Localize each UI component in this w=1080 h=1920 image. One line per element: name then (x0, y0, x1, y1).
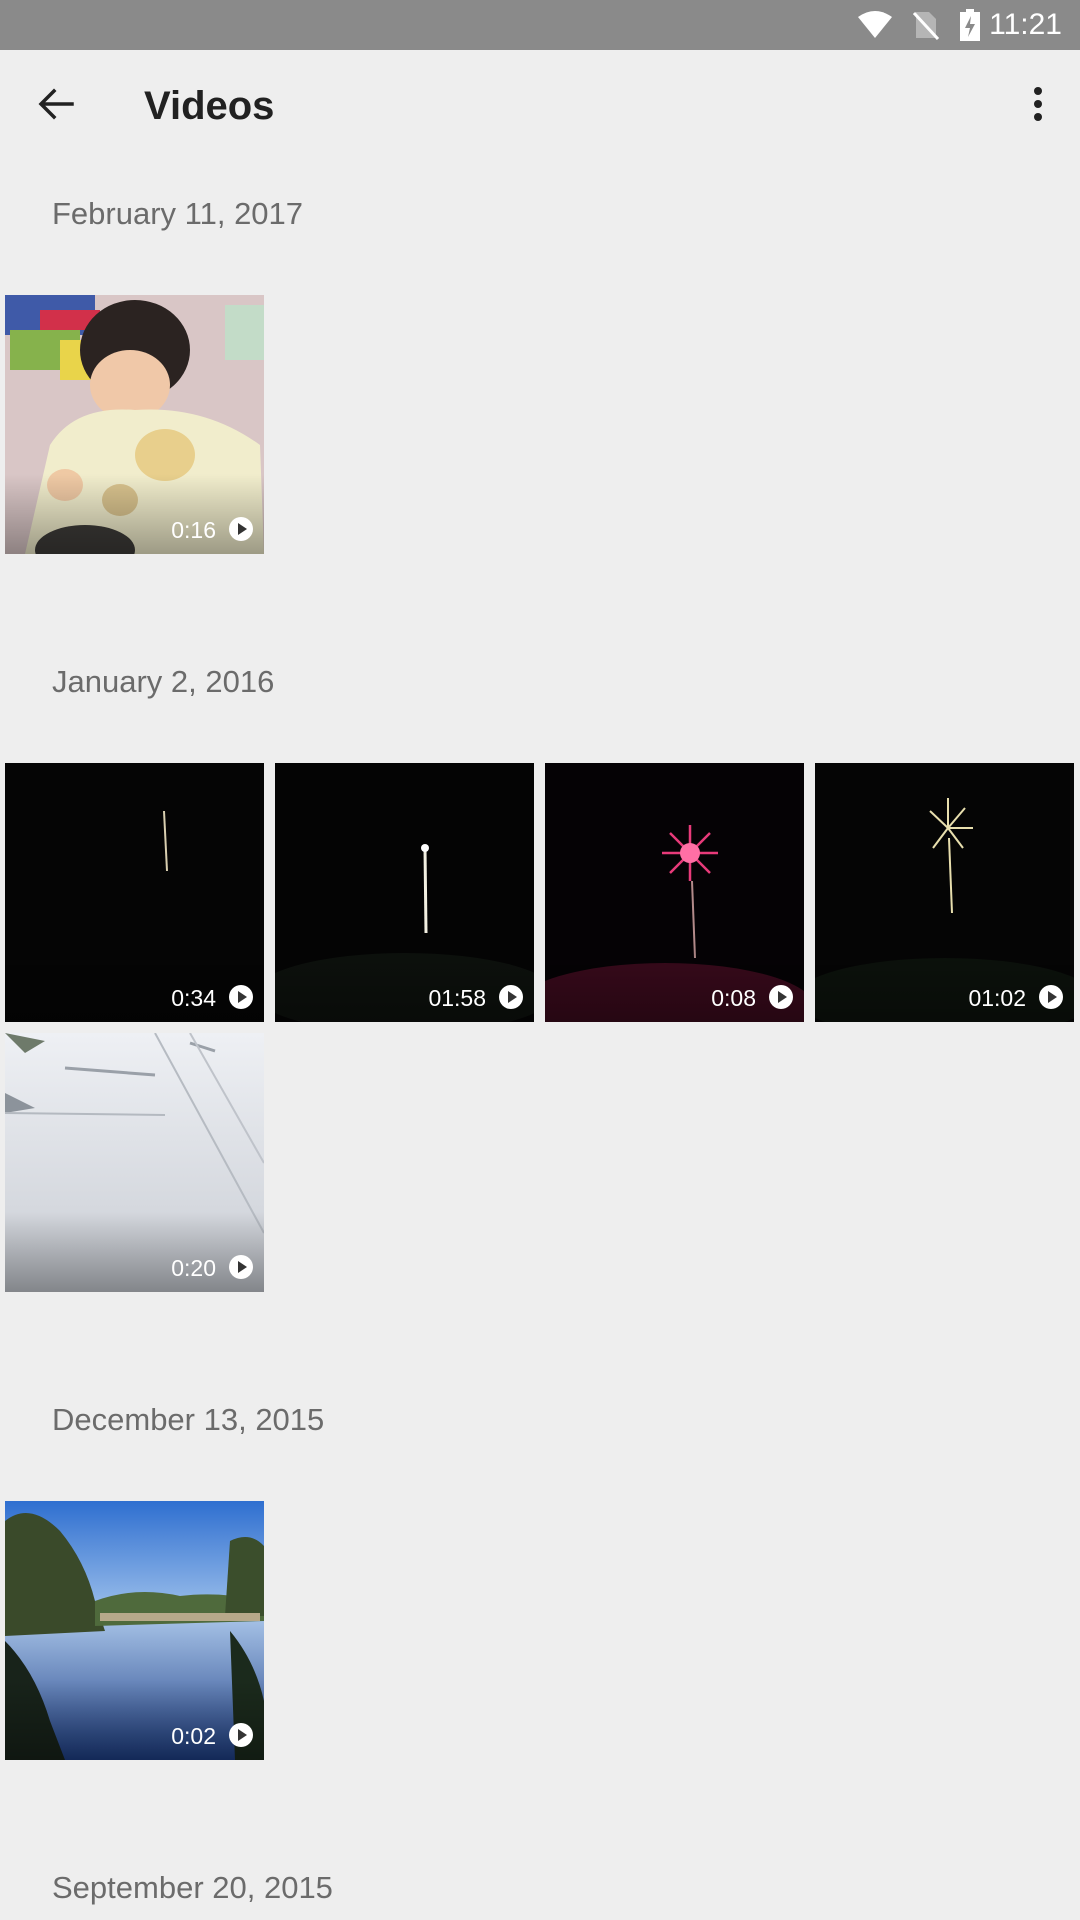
app-bar: Videos (0, 50, 1080, 166)
video-duration: 01:58 (428, 985, 486, 1011)
battery-charging-icon (960, 9, 981, 41)
video-duration: 0:20 (171, 1255, 216, 1281)
play-icon (499, 985, 523, 1009)
status-bar: 11:21 (0, 0, 1080, 50)
video-duration: 0:34 (171, 985, 216, 1011)
play-icon (229, 517, 253, 541)
section-date: December 13, 2015 (52, 1402, 325, 1437)
video-thumbnail[interactable]: 0:08 (545, 763, 804, 1022)
no-sim-icon (913, 11, 940, 40)
wifi-icon (858, 11, 893, 38)
video-thumbnail[interactable]: 0:02 (5, 1501, 264, 1760)
arrow-back-icon (38, 88, 74, 120)
play-icon (1039, 985, 1063, 1009)
section-date: September 20, 2015 (52, 1870, 333, 1905)
play-icon (229, 985, 253, 1009)
video-duration: 0:02 (171, 1723, 216, 1749)
video-thumbnail[interactable]: 01:02 (815, 763, 1074, 1022)
video-duration: 0:08 (711, 985, 756, 1011)
video-thumbnail[interactable]: 0:20 (5, 1033, 264, 1292)
more-vert-icon (1034, 87, 1042, 121)
video-thumbnail[interactable]: 01:58 (275, 763, 534, 1022)
video-duration: 01:02 (968, 985, 1026, 1011)
play-icon (229, 1723, 253, 1747)
section-date: January 2, 2016 (52, 664, 275, 699)
video-thumbnail[interactable]: 0:34 (5, 763, 264, 1022)
video-duration: 0:16 (171, 517, 216, 543)
back-button[interactable] (28, 76, 84, 132)
play-icon (229, 1255, 253, 1279)
status-time: 11:21 (989, 8, 1062, 41)
play-icon (769, 985, 793, 1009)
video-thumbnail[interactable]: 0:16 (5, 295, 264, 554)
section-date: February 11, 2017 (52, 196, 304, 231)
more-options-button[interactable] (1010, 76, 1066, 132)
page-title: Videos (144, 84, 275, 128)
